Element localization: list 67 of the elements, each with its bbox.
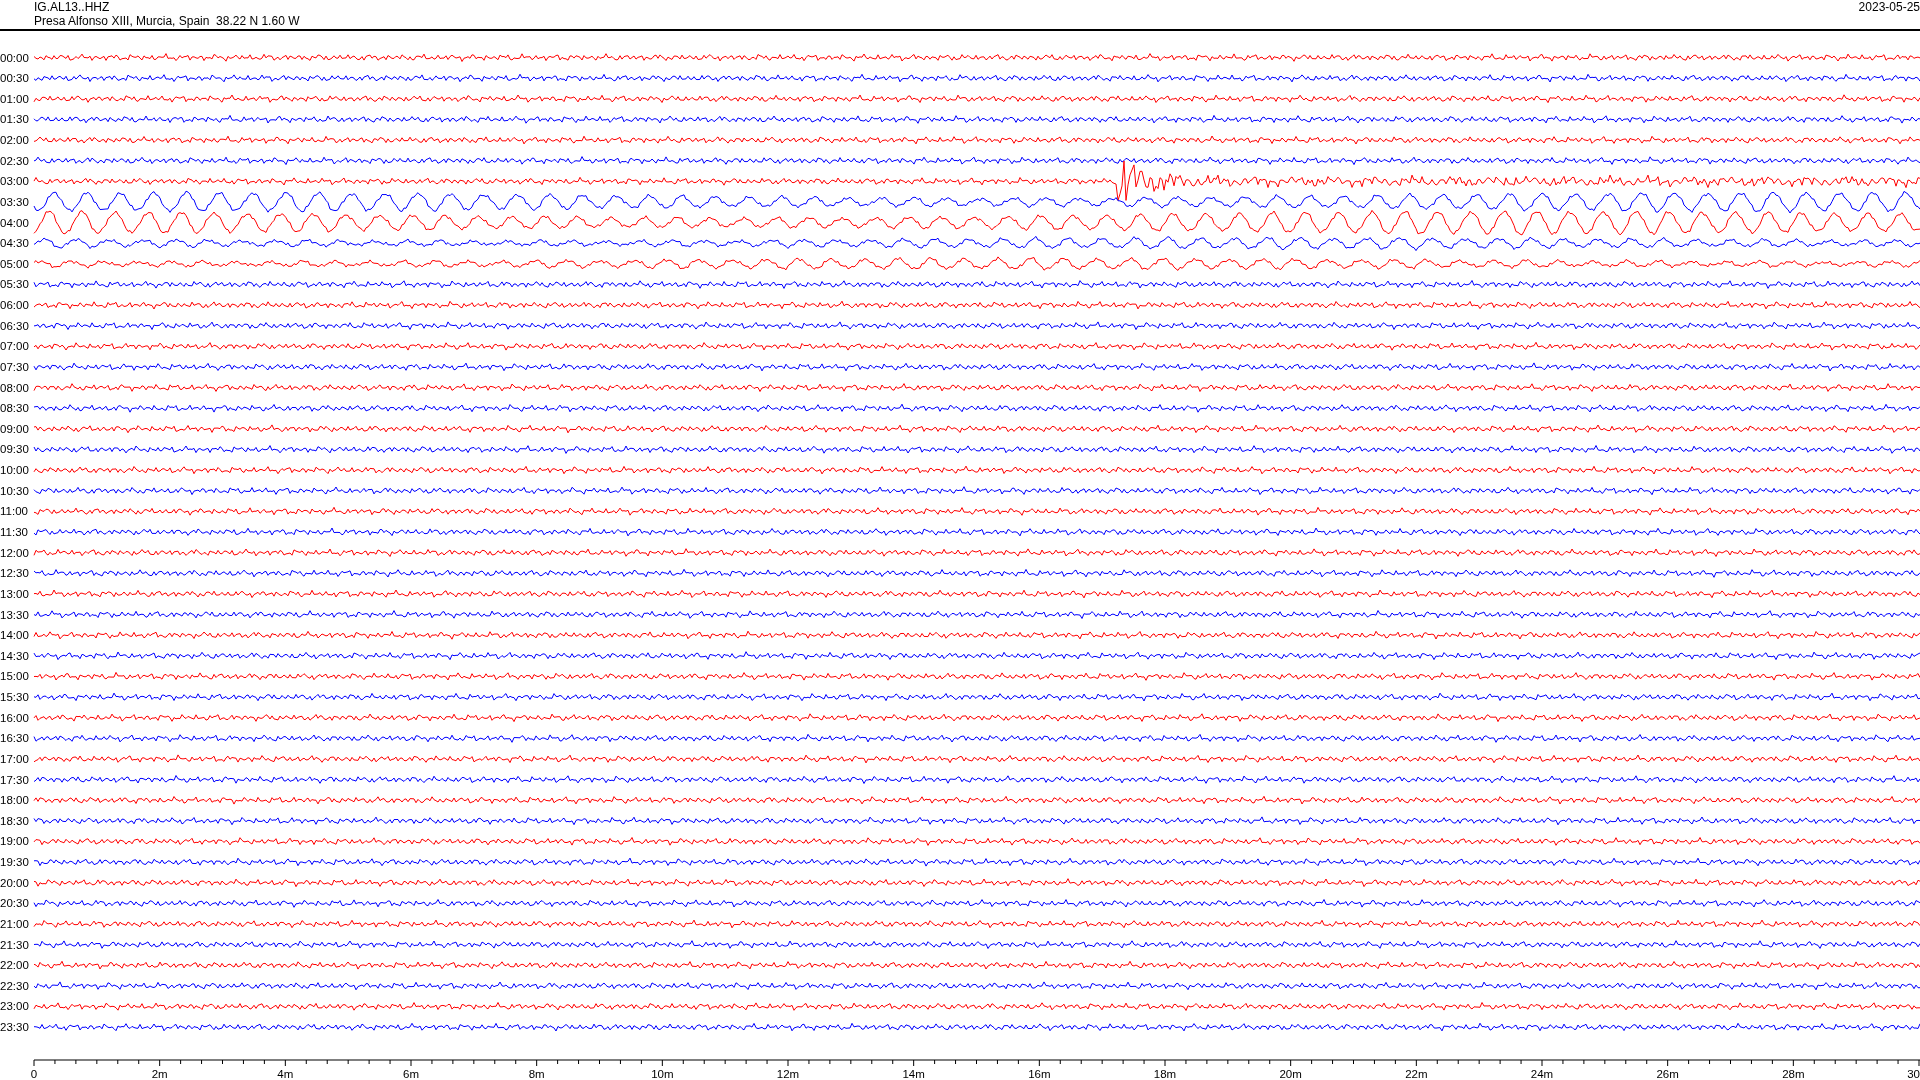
axis-label: 14m	[902, 1068, 925, 1080]
axis-label: 24m	[1530, 1068, 1554, 1080]
axis-label: 28m	[1782, 1068, 1805, 1080]
time-label: 20:00	[0, 876, 29, 889]
axis-label: 26m	[1656, 1068, 1679, 1080]
time-label: 09:00	[0, 422, 29, 435]
time-label: 14:00	[0, 629, 29, 642]
axis-label: 6m	[403, 1068, 419, 1080]
time-label: 01:00	[0, 92, 29, 105]
time-label: 07:30	[0, 360, 29, 373]
axis-label: 4m	[277, 1068, 294, 1080]
station-location: Presa Alfonso XIII, Murcia, Spain 38.22 N 1.60 W	[34, 14, 300, 28]
time-label: 00:30	[0, 72, 29, 85]
time-label: 22:30	[0, 979, 29, 992]
time-label: 06:00	[0, 299, 29, 312]
time-label: 03:00	[0, 175, 29, 188]
time-label: 11:00	[0, 505, 28, 518]
time-label: 12:00	[0, 546, 29, 559]
axis-label: 16m	[1028, 1068, 1051, 1080]
time-label: 13:00	[0, 587, 29, 600]
time-label: 06:30	[0, 319, 29, 332]
time-label: 00:00	[0, 51, 29, 64]
time-label: 15:00	[0, 670, 29, 683]
time-label: 08:00	[0, 381, 29, 394]
axis-label: 10m	[651, 1068, 674, 1080]
time-label: 12:30	[0, 567, 29, 580]
time-label: 07:00	[0, 340, 29, 353]
time-label: 20:30	[0, 897, 29, 910]
date-label: 2023-05-25	[1858, 0, 1920, 14]
time-label: 05:00	[0, 257, 29, 270]
time-label: 21:00	[0, 917, 29, 930]
axis-label: 0	[30, 1068, 38, 1080]
time-label: 17:00	[0, 752, 29, 765]
axis-label: 20m	[1279, 1068, 1302, 1080]
time-label: 11:30	[0, 526, 28, 538]
axis-label: 30	[1907, 1068, 1920, 1080]
time-label: 02:30	[0, 154, 29, 167]
time-label: 04:30	[0, 237, 29, 250]
time-label: 01:30	[0, 113, 29, 126]
time-label: 17:30	[0, 773, 29, 786]
axis-label: 22m	[1405, 1068, 1428, 1080]
time-label: 03:30	[0, 195, 29, 208]
time-label: 05:30	[0, 278, 29, 291]
time-label: 09:30	[0, 443, 29, 456]
time-label: 13:30	[0, 608, 29, 621]
time-label: 14:30	[0, 649, 29, 662]
time-label: 10:30	[0, 484, 29, 497]
time-label: 23:30	[0, 1021, 29, 1034]
time-label: 04:00	[0, 216, 29, 229]
station-code: IG.AL13..HHZ	[34, 0, 111, 14]
time-label: 22:00	[0, 959, 29, 972]
time-label: 23:00	[0, 1000, 29, 1013]
time-label: 16:30	[0, 732, 29, 745]
time-label: 10:00	[0, 464, 29, 477]
time-label: 16:00	[0, 711, 29, 724]
time-label: 02:00	[0, 134, 29, 146]
time-label: 19:30	[0, 856, 29, 869]
time-label: 18:30	[0, 814, 29, 827]
time-label: 15:30	[0, 691, 29, 704]
time-label: 21:30	[0, 938, 29, 951]
axis-label: 12m	[776, 1068, 800, 1080]
time-label: 08:30	[0, 402, 29, 415]
axis-label: 8m	[528, 1068, 545, 1080]
axis-label: 2m	[151, 1068, 168, 1080]
time-label: 18:00	[0, 794, 29, 807]
time-label: 19:00	[0, 835, 29, 848]
axis-label: 18m	[1153, 1068, 1177, 1080]
